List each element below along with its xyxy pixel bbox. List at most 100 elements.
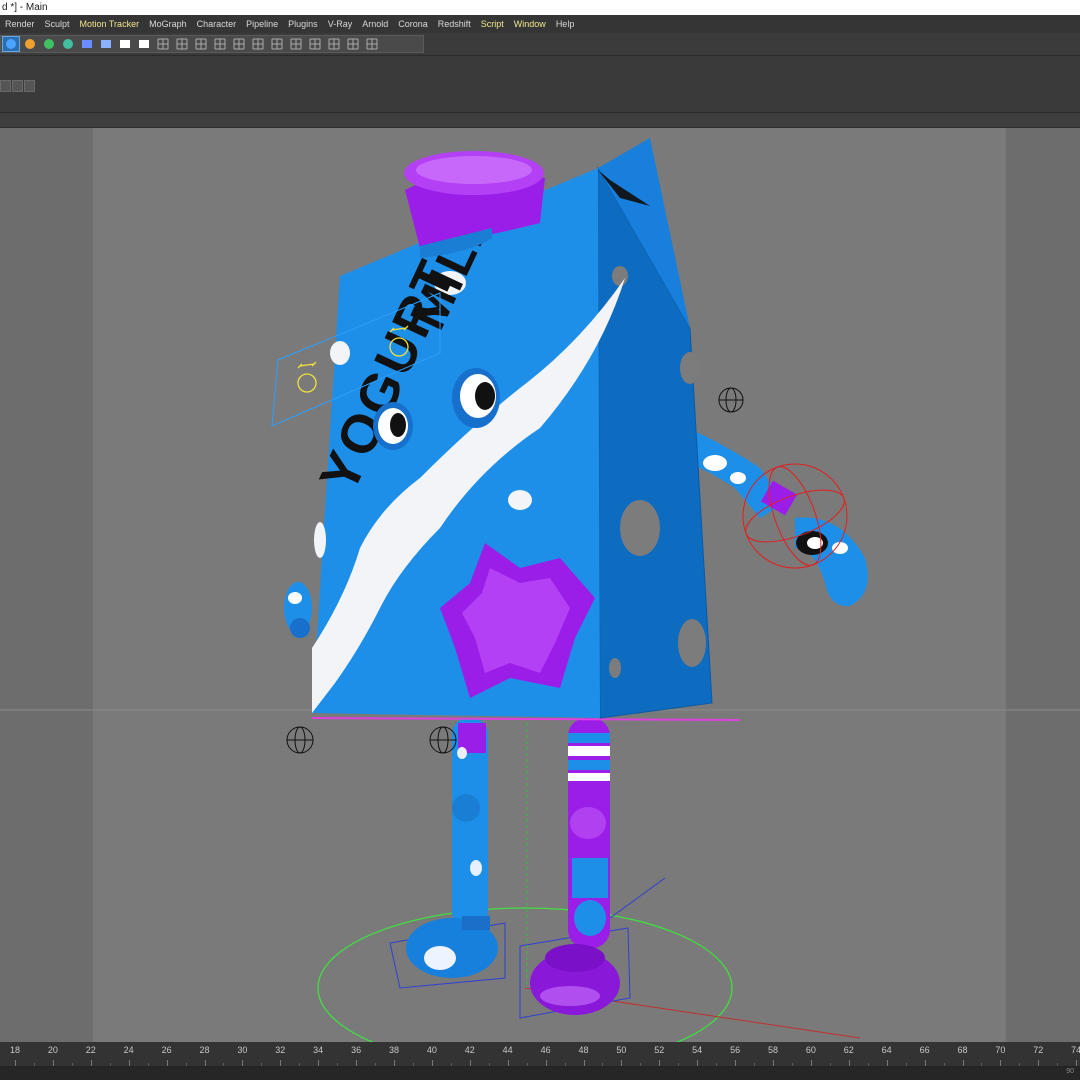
timeline-track[interactable]: 90 <box>0 1067 1080 1080</box>
tick-label: 44 <box>502 1045 513 1055</box>
right-shoe <box>530 944 620 1015</box>
tick-mark-minor <box>678 1063 680 1066</box>
toolbar <box>0 33 1080 56</box>
3d-viewport[interactable]: MILK YOGURT <box>0 128 1080 1042</box>
tick-mark-minor <box>564 1063 566 1066</box>
menu-item-v-ray[interactable]: V-Ray <box>323 19 358 29</box>
tick-label: 50 <box>616 1045 627 1055</box>
tick-label: 32 <box>275 1045 286 1055</box>
tick-label: 74 <box>1071 1045 1080 1055</box>
tick-mark <box>431 1060 433 1066</box>
elbow-controller <box>718 387 744 413</box>
tick-label: 42 <box>464 1045 475 1055</box>
mode-button-2[interactable] <box>12 80 23 92</box>
tick-label: 54 <box>692 1045 703 1055</box>
tick-mark <box>318 1060 320 1066</box>
paint-icon[interactable] <box>287 36 305 52</box>
root-controller-ellipse <box>317 907 733 1042</box>
tick-mark-minor <box>981 1063 983 1066</box>
tick-mark <box>924 1060 926 1066</box>
tick-mark-minor <box>754 1063 756 1066</box>
bone-icon[interactable] <box>173 36 191 52</box>
array-icon[interactable] <box>363 36 381 52</box>
menu-item-mograph[interactable]: MoGraph <box>144 19 192 29</box>
weight-icon[interactable] <box>268 36 286 52</box>
viewport-header <box>0 113 1080 128</box>
tick-label: 26 <box>161 1045 172 1055</box>
menu-item-motion-tracker[interactable]: Motion Tracker <box>75 19 145 29</box>
tick-label: 22 <box>85 1045 96 1055</box>
tick-mark <box>848 1060 850 1066</box>
tick-label: 20 <box>47 1045 58 1055</box>
snap-grid-icon[interactable] <box>344 36 362 52</box>
deformer-icon[interactable] <box>78 36 96 52</box>
menu-item-help[interactable]: Help <box>551 19 580 29</box>
left-arm <box>284 582 312 638</box>
tick-mark-minor <box>640 1063 642 1066</box>
timeline-ruler[interactable]: 18 20 22 24 26 28 30 32 34 36 38 40 42 44 46 48 50 52 54 56… <box>0 1042 1080 1067</box>
tick-mark <box>90 1060 92 1066</box>
tick-mark <box>394 1060 395 1066</box>
tick-mark-minor <box>943 1063 945 1066</box>
floor-icon[interactable] <box>97 36 115 52</box>
camera-icon[interactable] <box>116 36 134 52</box>
tick-label: 70 <box>995 1045 1006 1055</box>
tick-mark-minor <box>375 1063 377 1066</box>
menu-item-script[interactable]: Script <box>476 19 509 29</box>
menu-item-arnold[interactable]: Arnold <box>357 19 393 29</box>
mode-button-1[interactable] <box>0 80 11 92</box>
mode-button-3[interactable] <box>24 80 35 92</box>
menu-item-pipeline[interactable]: Pipeline <box>241 19 283 29</box>
menu-item-corona[interactable]: Corona <box>393 19 433 29</box>
tick-mark-minor <box>488 1063 490 1066</box>
pen-icon[interactable] <box>21 36 39 52</box>
tick-mark <box>356 1060 358 1066</box>
tick-label: 68 <box>957 1045 968 1055</box>
tick-mark-minor <box>905 1063 907 1066</box>
scene-canvas[interactable]: MILK YOGURT <box>0 128 1080 1042</box>
sphere-tool-icon[interactable] <box>192 36 210 52</box>
base-plane <box>311 717 741 721</box>
tick-label: 52 <box>654 1045 665 1055</box>
toolbar-group <box>0 35 424 53</box>
cloner-icon[interactable] <box>59 36 77 52</box>
window-title: d *] - Main <box>0 0 1080 15</box>
timeline[interactable]: 18 20 22 24 26 28 30 32 34 36 38 40 42 44 46 48 50 52 54 56… <box>0 1042 1080 1080</box>
tick-mark <box>1076 1060 1078 1066</box>
grid-tool-icon[interactable] <box>154 36 172 52</box>
tick-mark <box>545 1060 547 1066</box>
tick-mark <box>583 1060 585 1066</box>
pose-icon[interactable] <box>249 36 267 52</box>
tick-mark-minor <box>33 1063 35 1066</box>
subdivide-icon[interactable] <box>40 36 58 52</box>
tick-label: 18 <box>9 1045 21 1055</box>
menu-item-character[interactable]: Character <box>192 19 242 29</box>
joint-icon[interactable] <box>230 36 248 52</box>
tick-mark <box>735 1060 737 1066</box>
tick-mark <box>1038 1060 1040 1066</box>
menu-item-window[interactable]: Window <box>509 19 551 29</box>
move-tool-icon[interactable] <box>306 36 324 52</box>
tick-mark-minor <box>337 1063 339 1066</box>
light-icon[interactable] <box>135 36 153 52</box>
ik-icon[interactable] <box>211 36 229 52</box>
menu-item-redshift[interactable]: Redshift <box>433 19 476 29</box>
menu-item-render[interactable]: Render <box>0 19 40 29</box>
menu-item-plugins[interactable]: Plugins <box>283 19 323 29</box>
tick-mark <box>52 1060 54 1066</box>
scale-grid-icon[interactable] <box>325 36 343 52</box>
tick-mark-minor <box>1019 1063 1021 1066</box>
cube-icon[interactable] <box>2 36 20 52</box>
menu-item-sculpt[interactable]: Sculpt <box>40 19 75 29</box>
tick-mark <box>621 1060 623 1066</box>
tick-label: 34 <box>313 1045 324 1055</box>
tick-mark-minor <box>299 1063 301 1066</box>
tick-label: 60 <box>805 1045 816 1055</box>
tick-mark <box>204 1060 206 1066</box>
tick-mark <box>1000 1060 1002 1066</box>
tick-label: 66 <box>919 1045 930 1055</box>
tick-mark-minor <box>109 1063 111 1066</box>
end-frame-label: 90 <box>1066 1068 1074 1075</box>
tick-mark <box>166 1060 168 1066</box>
tick-label: 24 <box>123 1045 134 1055</box>
